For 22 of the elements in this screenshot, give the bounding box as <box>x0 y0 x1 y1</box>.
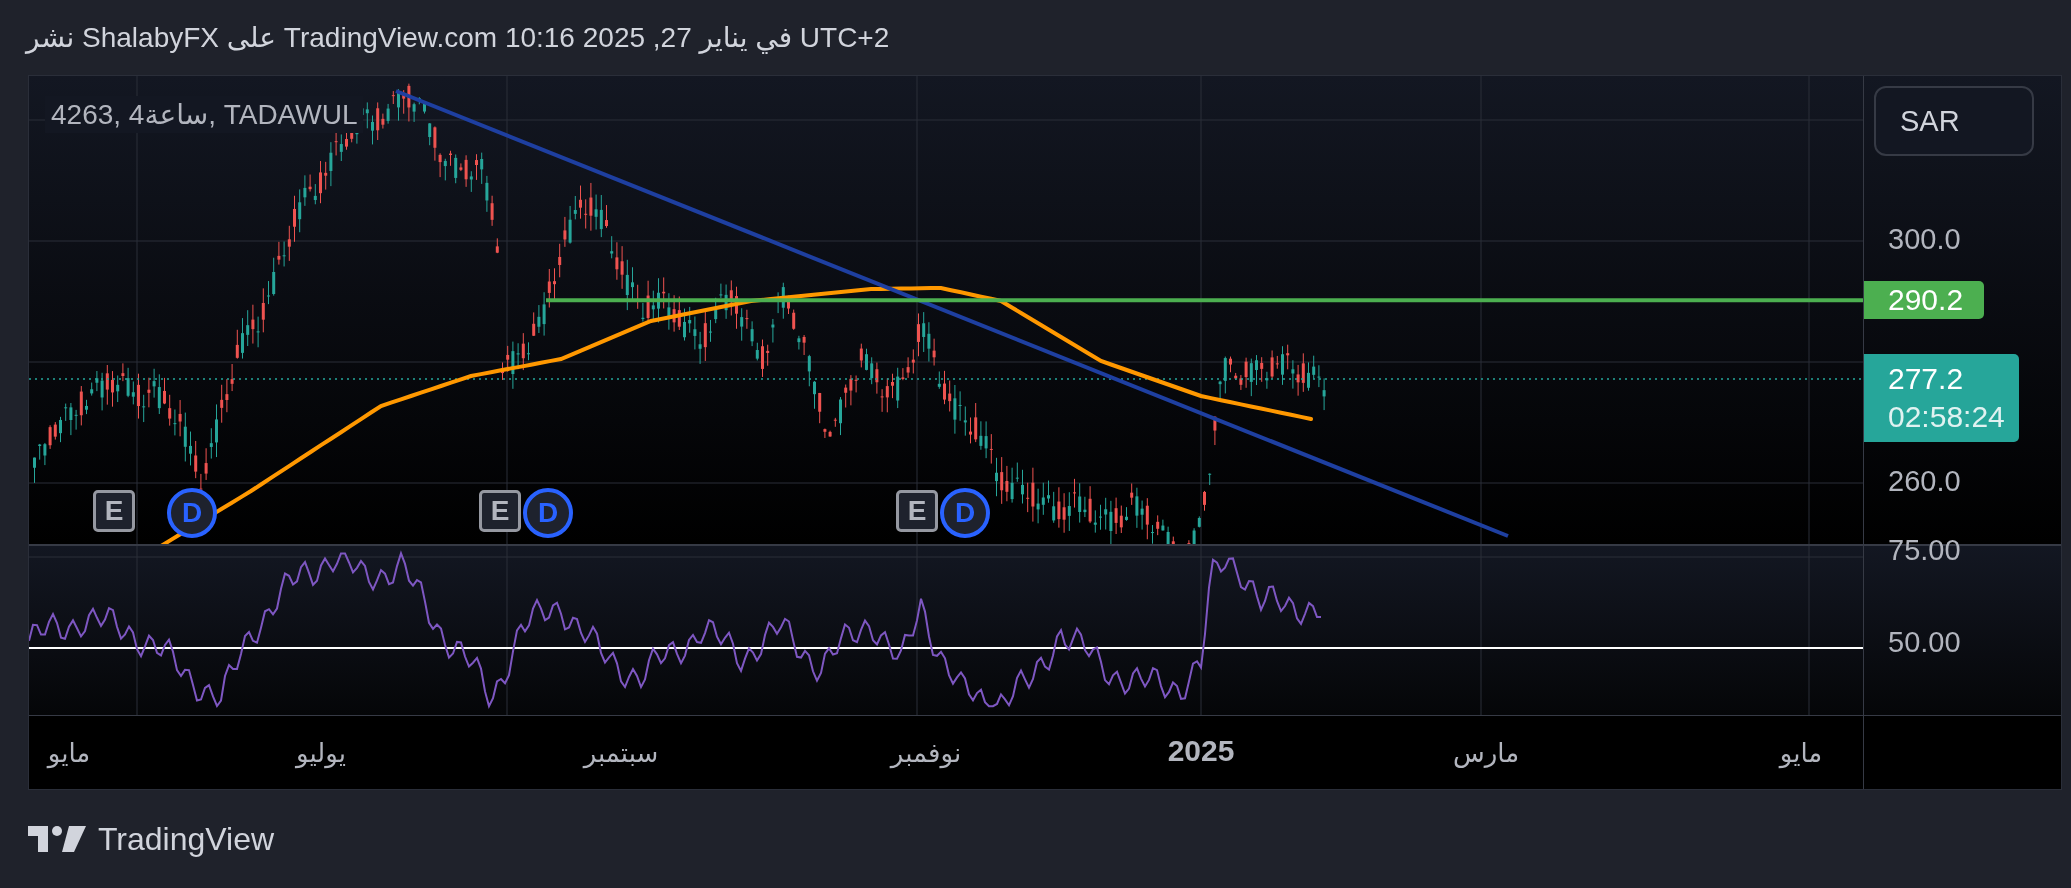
time-axis-label: مايو <box>1779 738 1823 769</box>
earnings-marker[interactable]: E <box>93 490 135 532</box>
logo-icon <box>28 826 86 852</box>
price-axis-label: 260.0 <box>1888 465 1961 498</box>
price-level-tag: 290.2 <box>1864 281 1984 319</box>
price-axis-label: 300.0 <box>1888 223 1961 256</box>
time-axis-label: سبتمبر <box>583 738 659 769</box>
earnings-marker[interactable]: E <box>479 490 521 532</box>
time-axis-label: مارس <box>1452 738 1520 769</box>
rsi-axis-label: 75.00 <box>1888 534 1961 567</box>
time-axis-label: نوفمبر <box>890 738 962 769</box>
brand-name: TradingView <box>98 820 275 858</box>
symbol-legend: 4263, 4ساعة, TADAWUL <box>45 96 364 133</box>
time-axis-label: يوليو <box>296 738 346 769</box>
last-price: 277.2 <box>1888 361 1965 397</box>
earnings-marker[interactable]: E <box>896 490 938 532</box>
rsi-axis-label: 50.00 <box>1888 626 1961 659</box>
currency-button[interactable]: SAR <box>1874 86 2034 156</box>
bar-countdown: 02:58:24 <box>1888 399 2005 435</box>
time-axis-label: 2025 <box>1167 734 1235 768</box>
time-axis-label: مايو <box>47 738 91 769</box>
chart-caption: نشر ShalabyFX على TradingView.com في يناير 27, 2025 10:16 UTC+2 <box>26 21 890 54</box>
